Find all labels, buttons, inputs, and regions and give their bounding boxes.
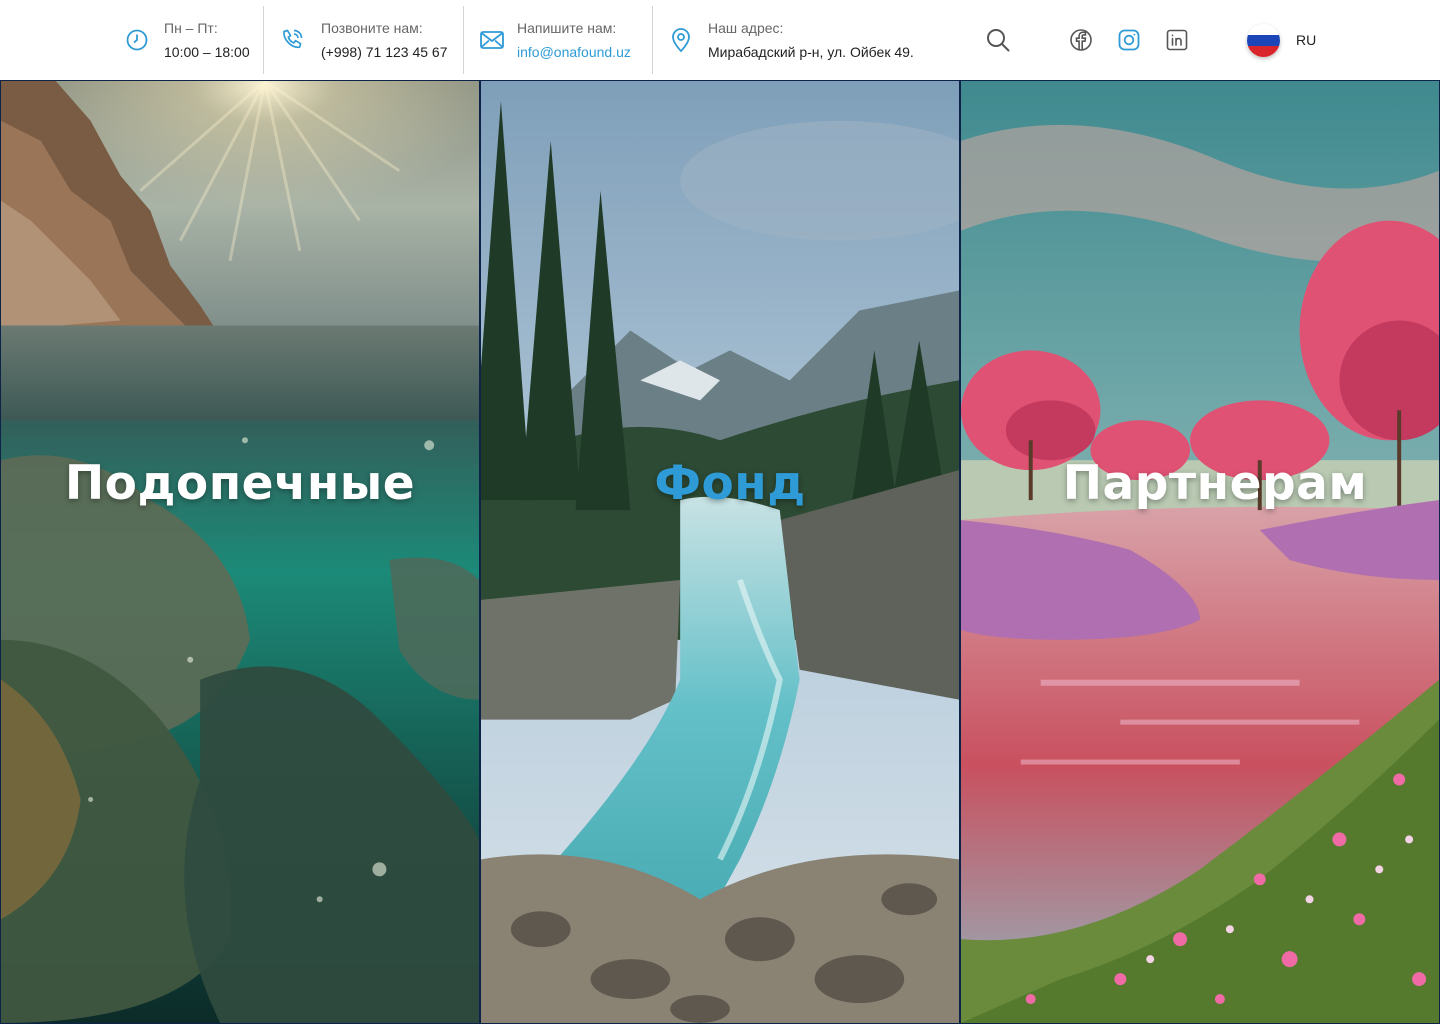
mountain-river-image: [481, 81, 959, 1023]
linkedin-icon: [1166, 29, 1188, 51]
russia-flag-icon: [1247, 23, 1280, 57]
search-button[interactable]: [985, 27, 1011, 53]
email-contact[interactable]: Напишите нам: info@onafound.uz: [479, 6, 631, 74]
address-label: Наш адрес:: [708, 20, 784, 36]
hours-value: 10:00 – 18:00: [164, 44, 250, 60]
address-value: Мирабадский р-н, ул. Ойбек 49.: [708, 44, 914, 60]
facebook-icon: [1070, 29, 1092, 51]
panel-title-wards: Подопечные: [64, 456, 416, 511]
phone-number-link[interactable]: (+998) 71 123 45 67: [321, 40, 448, 64]
email-label: Напишите нам:: [517, 20, 617, 36]
panel-title-partners: Партнерам: [1062, 456, 1368, 511]
working-hours: Пн – Пт: 10:00 – 18:00: [124, 6, 250, 74]
linkedin-link[interactable]: [1165, 28, 1189, 52]
header-divider: [652, 6, 653, 74]
header-divider: [263, 6, 264, 74]
location-pin-icon: [668, 27, 694, 53]
hours-label: Пн – Пт:: [164, 20, 218, 36]
phone-contact[interactable]: Позвоните нам: (+998) 71 123 45 67: [279, 6, 448, 74]
panel-title-foundation: Фонд: [654, 456, 806, 511]
clock-icon: [124, 27, 150, 53]
facebook-link[interactable]: [1069, 28, 1093, 52]
header-divider: [463, 6, 464, 74]
email-link[interactable]: info@onafound.uz: [517, 40, 631, 64]
instagram-link[interactable]: [1117, 28, 1141, 52]
language-code: RU: [1296, 32, 1317, 48]
phone-icon: [279, 27, 305, 53]
mail-icon: [479, 27, 505, 53]
language-switcher[interactable]: RU: [1247, 23, 1317, 57]
address-info: Наш адрес: Мирабадский р-н, ул. Ойбек 49…: [668, 6, 914, 74]
top-header: Пн – Пт: 10:00 – 18:00 Позвоните нам: (+…: [0, 0, 1440, 80]
instagram-icon: [1118, 29, 1140, 51]
hero-panels: Подопечные Фонд Партнерам: [0, 80, 1440, 1024]
panel-partners[interactable]: Партнерам: [960, 80, 1440, 1024]
search-icon: [987, 29, 1010, 52]
panel-wards[interactable]: Подопечные: [0, 80, 480, 1024]
underwater-scene-image: [1, 81, 479, 1023]
blossom-river-image: [961, 81, 1439, 1023]
phone-label: Позвоните нам:: [321, 20, 423, 36]
panel-foundation[interactable]: Фонд: [480, 80, 960, 1024]
